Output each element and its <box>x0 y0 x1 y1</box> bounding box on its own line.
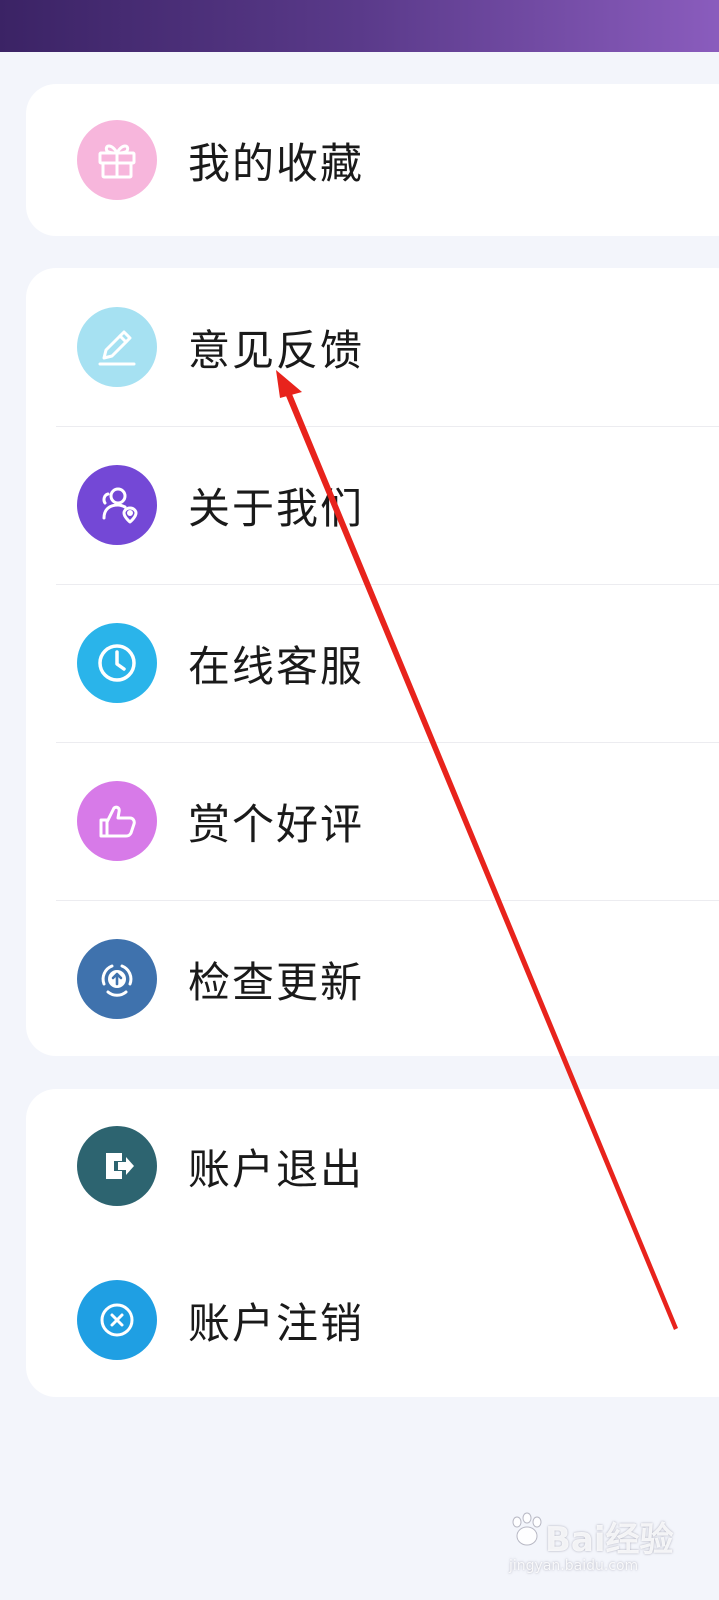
menu-item-check-update[interactable]: 检查更新 <box>26 900 719 1058</box>
menu-item-about-us[interactable]: 关于我们 <box>26 426 719 584</box>
thumbs-up-icon <box>77 781 157 861</box>
menu-item-label: 检查更新 <box>188 957 365 1007</box>
menu-item-delete-account[interactable]: 账户注销 <box>26 1243 719 1397</box>
gift-icon <box>77 120 157 200</box>
watermark-brand: Bai经验 <box>545 1520 674 1560</box>
menu-item-label: 账户退出 <box>188 1144 365 1194</box>
about-us-icon <box>77 465 157 545</box>
menu-item-label: 在线客服 <box>188 641 365 691</box>
close-circle-icon <box>77 1280 157 1360</box>
menu-item-label: 赏个好评 <box>188 799 365 849</box>
update-arrow-icon <box>77 939 157 1019</box>
watermark-url: jingyan.baidu.com <box>509 1558 639 1574</box>
menu-item-logout[interactable]: 账户退出 <box>26 1089 719 1243</box>
menu-item-feedback[interactable]: 意见反馈 <box>26 268 719 426</box>
menu-item-label: 意见反馈 <box>188 325 365 375</box>
menu-item-label: 关于我们 <box>188 483 365 533</box>
menu-item-rate-us[interactable]: 赏个好评 <box>26 742 719 900</box>
menu-item-label: 账户注销 <box>188 1298 365 1348</box>
pencil-icon <box>77 307 157 387</box>
paw-icon <box>512 1512 542 1546</box>
menu-item-my-favorites[interactable]: 我的收藏 <box>26 84 719 236</box>
menu-card-account: 账户退出 账户注销 <box>26 1089 719 1397</box>
menu-item-online-service[interactable]: 在线客服 <box>26 584 719 742</box>
menu-item-label: 我的收藏 <box>188 138 365 188</box>
logout-icon <box>77 1126 157 1206</box>
top-status-bar <box>0 0 719 52</box>
baidu-jingyan-watermark: Bai经验 jingyan.baidu.com <box>505 1506 695 1576</box>
menu-card-favorites: 我的收藏 <box>26 84 719 236</box>
menu-card-main: 意见反馈 关于我们 在线客服 赏个好评 检查更新 <box>26 268 719 1056</box>
clock-icon <box>77 623 157 703</box>
